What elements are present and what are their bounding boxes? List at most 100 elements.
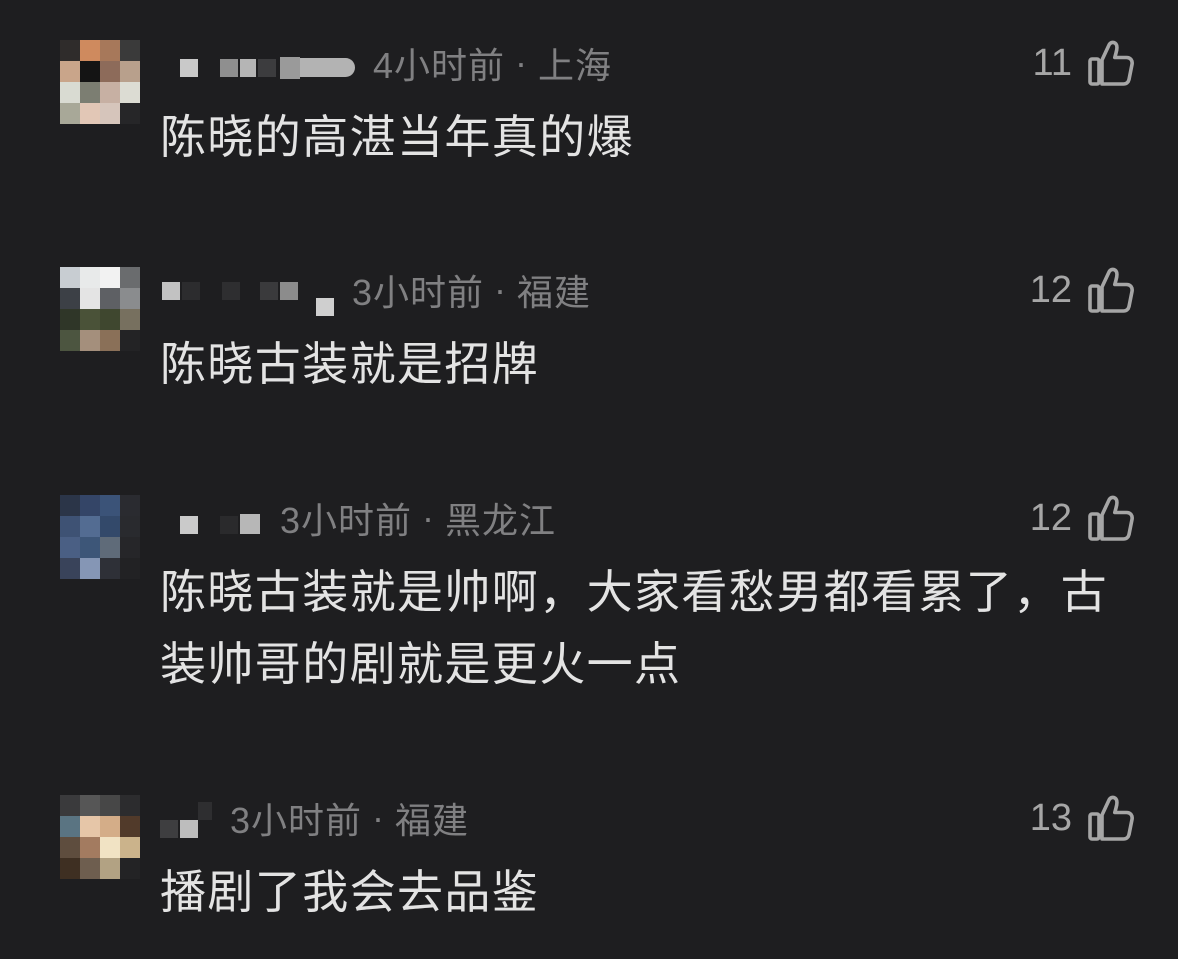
avatar-pixel: [120, 858, 140, 879]
comment-time: 3小时前: [280, 500, 413, 541]
username-redacted[interactable]: [160, 498, 262, 538]
avatar-pixel: [80, 82, 100, 103]
avatar-pixel: [60, 837, 80, 858]
avatar[interactable]: [60, 267, 140, 351]
avatar-pixel: [80, 816, 100, 837]
avatar-pixel: [80, 858, 100, 879]
redaction-block: [240, 514, 260, 534]
redaction-block: [162, 282, 180, 300]
username-redacted[interactable]: [160, 43, 355, 83]
redaction-block: [258, 59, 276, 77]
username-redacted[interactable]: [160, 798, 212, 838]
redaction-block: [316, 298, 334, 316]
meta-separator: ·: [372, 797, 386, 838]
avatar-pixel: [100, 558, 120, 579]
comment-location: 上海: [538, 45, 613, 86]
avatar-pixel: [60, 309, 80, 330]
redaction-block: [180, 820, 198, 838]
avatar[interactable]: [60, 40, 140, 124]
redaction-block: [180, 59, 198, 77]
redaction-block: [280, 57, 300, 79]
redaction-block: [198, 802, 212, 820]
avatar-pixel: [80, 267, 100, 288]
avatar-pixel: [60, 330, 80, 351]
comment-time: 3小时前: [230, 800, 363, 841]
like-count: 12: [1029, 269, 1072, 311]
comment-time: 3小时前: [352, 272, 485, 313]
avatar-pixel: [120, 309, 140, 330]
avatar-pixel: [80, 40, 100, 61]
username-redacted[interactable]: [160, 270, 334, 316]
redaction-block: [220, 59, 238, 77]
redaction-block: [182, 282, 200, 300]
like-button[interactable]: 13: [1018, 794, 1134, 842]
avatar-pixel: [80, 309, 100, 330]
avatar-pixel: [80, 516, 100, 537]
avatar-pixel: [120, 837, 140, 858]
avatar-pixel: [120, 516, 140, 537]
avatar-pixel: [100, 330, 120, 351]
avatar-pixel: [100, 537, 120, 558]
thumbs-up-icon: [1088, 794, 1134, 842]
redaction-block: [300, 58, 355, 77]
avatar-pixel: [120, 330, 140, 351]
avatar-pixel: [120, 267, 140, 288]
avatar[interactable]: [60, 795, 140, 879]
avatar-pixel: [80, 495, 100, 516]
avatar-pixel: [120, 40, 140, 61]
comment-time: 4小时前: [373, 45, 506, 86]
like-count: 12: [1029, 497, 1072, 539]
avatar-pixel: [60, 516, 80, 537]
avatar-pixel: [100, 82, 120, 103]
redaction-block: [160, 820, 178, 838]
avatar-pixel: [80, 837, 100, 858]
meta-separator: ·: [494, 269, 508, 310]
comment-item: 3小时前 · 黑龙江 12 陈晓古装就是帅啊，大家看愁男都看累了，古装帅哥的剧就…: [0, 495, 1178, 690]
avatar-pixel: [80, 537, 100, 558]
thumbs-up-icon: [1088, 39, 1134, 87]
avatar-pixel: [120, 61, 140, 82]
avatar-pixel: [80, 103, 100, 124]
like-button[interactable]: 11: [1018, 39, 1134, 87]
avatar-pixel: [80, 330, 100, 351]
comment-item: 3小时前 · 福建 12 陈晓古装就是招牌: [0, 267, 1178, 420]
avatar-pixel: [60, 858, 80, 879]
avatar-pixel: [60, 495, 80, 516]
avatar-pixel: [60, 288, 80, 309]
avatar-pixel: [80, 61, 100, 82]
comment-text[interactable]: 陈晓古装就是招牌: [160, 328, 1120, 400]
redaction-block: [220, 516, 238, 534]
like-button[interactable]: 12: [1018, 266, 1134, 314]
like-button[interactable]: 12: [1018, 494, 1134, 542]
avatar-pixel: [100, 267, 120, 288]
avatar-pixel: [100, 837, 120, 858]
avatar-pixel: [60, 61, 80, 82]
comment-meta: 3小时前 · 黑龙江: [160, 497, 556, 541]
comment-meta: 3小时前 · 福建: [160, 797, 469, 841]
redaction-block: [180, 516, 198, 534]
comment-location: 福建: [395, 800, 470, 841]
avatar-pixel: [60, 816, 80, 837]
avatar[interactable]: [60, 495, 140, 579]
avatar-pixel: [60, 558, 80, 579]
avatar-pixel: [60, 795, 80, 816]
comment-location: 黑龙江: [445, 500, 557, 541]
avatar-pixel: [120, 495, 140, 516]
comment-meta: 4小时前 · 上海: [160, 42, 612, 86]
thumbs-up-icon: [1088, 494, 1134, 542]
avatar-pixel: [120, 288, 140, 309]
avatar-pixel: [100, 816, 120, 837]
avatar-pixel: [80, 288, 100, 309]
avatar-pixel: [60, 82, 80, 103]
comment-item: 4小时前 · 上海 11 陈晓的高湛当年真的爆: [0, 40, 1178, 193]
avatar-pixel: [60, 40, 80, 61]
comment-text[interactable]: 播剧了我会去品鉴: [160, 856, 1120, 928]
meta-separator: ·: [422, 497, 436, 538]
avatar-pixel: [120, 816, 140, 837]
comment-text[interactable]: 陈晓的高湛当年真的爆: [160, 101, 1120, 173]
comment-meta: 3小时前 · 福建: [160, 269, 591, 316]
avatar-pixel: [100, 858, 120, 879]
comment-text[interactable]: 陈晓古装就是帅啊，大家看愁男都看累了，古装帅哥的剧就是更火一点: [160, 556, 1120, 700]
avatar-pixel: [100, 795, 120, 816]
comment-location: 福建: [517, 272, 592, 313]
